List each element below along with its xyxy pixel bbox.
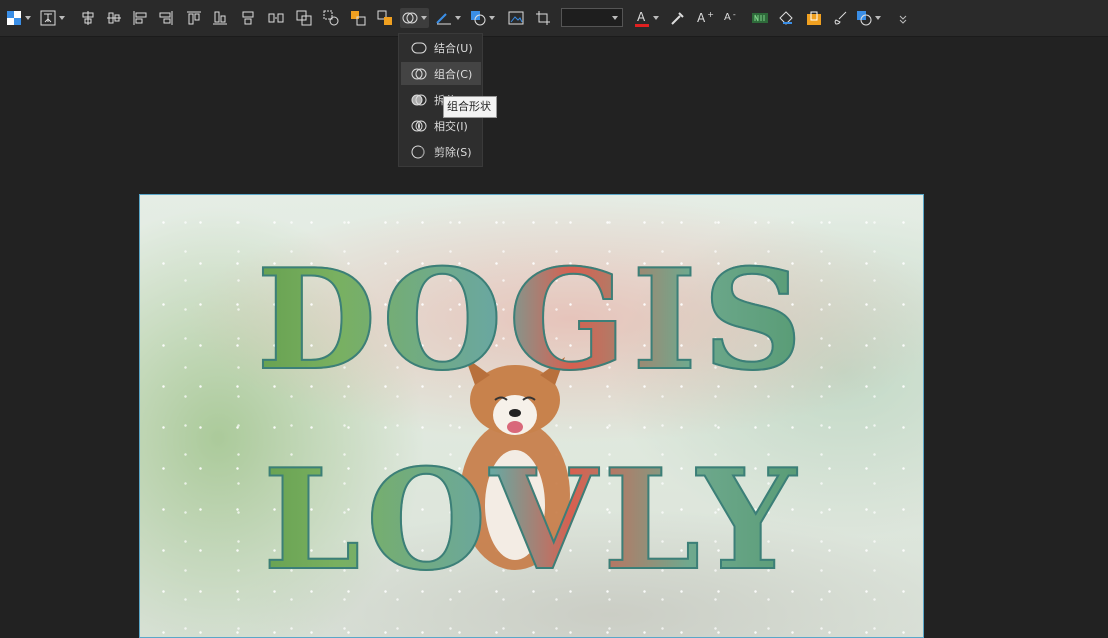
- brush-icon: [834, 11, 847, 25]
- merge-shapes-button[interactable]: [400, 8, 429, 28]
- menu-item-label: 相交(I): [434, 119, 468, 133]
- bring-forward-button[interactable]: [350, 8, 366, 28]
- highlight-button[interactable]: [806, 8, 822, 28]
- font-color-swatch: [635, 24, 649, 27]
- send-backward-icon: [377, 10, 392, 25]
- slide-canvas[interactable]: DOGIS LOVLY: [139, 194, 924, 638]
- text-effect-button[interactable]: [751, 8, 769, 28]
- headline-line-2[interactable]: LOVLY: [140, 444, 923, 596]
- align-middle-button[interactable]: [106, 8, 122, 28]
- menu-item-label: 结合(U): [434, 41, 473, 55]
- chevron-down-icon: [875, 16, 881, 20]
- shape-outline-button[interactable]: [856, 8, 881, 28]
- minus-glyph: -: [732, 9, 736, 19]
- picture-button[interactable]: [508, 8, 524, 28]
- align-right-button[interactable]: [158, 8, 174, 28]
- picture-icon: [508, 11, 524, 25]
- crop-button[interactable]: [535, 8, 551, 28]
- line-style-button[interactable]: [436, 8, 461, 28]
- chevron-down-icon: [59, 16, 65, 20]
- align-middle-icon: [107, 12, 121, 24]
- highlight-icon: [807, 11, 821, 25]
- decrease-font-button[interactable]: A -: [724, 8, 736, 28]
- menu-item-label: 剪除(S): [434, 145, 472, 159]
- align-bottom-icon: [213, 11, 227, 25]
- merge-shapes-icon: [402, 12, 418, 24]
- shape-outline-icon: [857, 11, 872, 26]
- ungroup-button[interactable]: [323, 8, 339, 28]
- font-color-button[interactable]: A: [634, 8, 659, 28]
- format-painter-button[interactable]: [778, 8, 794, 28]
- distribute-horizontal-icon: [242, 11, 254, 25]
- fragment-icon: [411, 94, 427, 105]
- distribute-vertical-icon: [268, 13, 284, 23]
- format-painter-icon: [779, 11, 793, 25]
- send-backward-button[interactable]: [377, 8, 393, 28]
- text-wrap-button[interactable]: [40, 8, 65, 28]
- menu-item-combine[interactable]: 组合(C): [401, 62, 481, 85]
- decrease-font-icon: A: [724, 12, 731, 23]
- align-bottom-button[interactable]: [212, 8, 228, 28]
- crop-icon: [536, 11, 550, 25]
- menu-item-union[interactable]: 结合(U): [401, 36, 481, 59]
- align-left-button[interactable]: [132, 8, 148, 28]
- ungroup-icon: [323, 10, 339, 26]
- more-button[interactable]: [898, 8, 908, 28]
- font-size-dropdown[interactable]: [561, 8, 623, 27]
- brush-button[interactable]: [833, 8, 849, 28]
- distribute-vertical-button[interactable]: [268, 8, 284, 28]
- bring-forward-icon: [351, 11, 366, 26]
- increase-font-button[interactable]: A +: [697, 8, 714, 28]
- fill-color-icon: [7, 11, 21, 25]
- chevron-down-icon: [489, 16, 495, 20]
- increase-font-icon: A: [697, 11, 706, 25]
- shape-fill-icon: [471, 11, 486, 26]
- menu-item-label: 组合(C): [434, 67, 473, 81]
- group-icon: [296, 10, 312, 26]
- text-effect-icon: [752, 13, 768, 23]
- tooltip: 组合形状: [443, 96, 497, 118]
- chevron-down-icon: [455, 16, 461, 20]
- align-center-vertical-button[interactable]: [80, 8, 96, 28]
- union-icon: [411, 42, 427, 53]
- align-right-icon: [159, 11, 173, 25]
- chevron-down-icon: [653, 16, 659, 20]
- subtract-icon: [411, 145, 425, 158]
- combine-icon: [411, 68, 427, 79]
- more-icon: [899, 15, 907, 24]
- line-style-icon: [436, 13, 451, 25]
- chevron-down-icon: [612, 16, 618, 20]
- distribute-horizontal-button[interactable]: [240, 8, 256, 28]
- align-left-icon: [133, 11, 147, 25]
- chevron-down-icon: [25, 16, 31, 20]
- eyedropper-button[interactable]: [670, 8, 686, 28]
- align-center-vertical-icon: [82, 11, 94, 25]
- chevron-down-icon: [421, 16, 427, 20]
- fill-color-button[interactable]: [6, 8, 31, 28]
- headline-line-1[interactable]: DOGIS: [140, 244, 923, 396]
- align-top-button[interactable]: [186, 8, 202, 28]
- toolbar: A A + A -: [0, 0, 1108, 37]
- text-wrap-icon: [40, 10, 56, 26]
- eyedropper-icon: [671, 12, 684, 25]
- shape-fill-button[interactable]: [470, 8, 495, 28]
- plus-glyph: +: [707, 9, 714, 19]
- align-top-icon: [187, 11, 201, 25]
- font-color-icon: A: [634, 9, 650, 27]
- menu-item-subtract[interactable]: 剪除(S): [401, 140, 481, 163]
- intersect-icon: [411, 120, 427, 131]
- group-button[interactable]: [296, 8, 312, 28]
